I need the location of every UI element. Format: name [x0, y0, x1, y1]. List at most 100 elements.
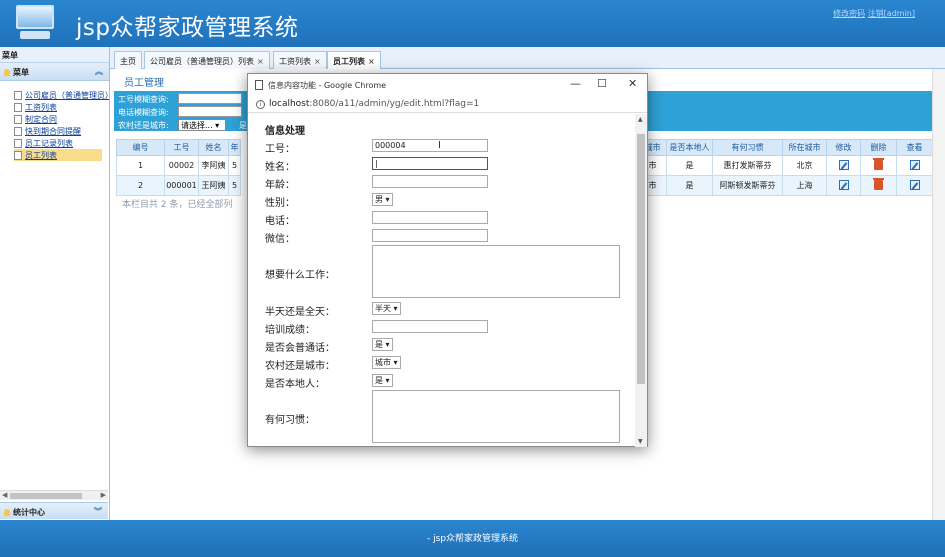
sidebar-group-label: 菜单 — [13, 68, 29, 77]
scroll-down-icon[interactable]: ▼ — [638, 438, 643, 445]
record-summary: 本栏目共 2 条，已经全部列 — [122, 200, 233, 210]
label-gender: 性别： — [265, 198, 295, 209]
label-phone: 电话： — [265, 216, 295, 227]
id-field[interactable]: 000004 — [372, 139, 488, 152]
view-icon[interactable] — [909, 179, 920, 190]
search-city-select[interactable]: 请选择... ▾ — [178, 119, 226, 131]
cell-name: 王阿姨 — [198, 175, 229, 196]
col-header: 所在城市 — [782, 139, 827, 156]
label-job: 想要什么工作： — [265, 270, 335, 281]
label-local: 是否本地人： — [265, 379, 325, 390]
document-icon — [14, 126, 22, 136]
city-rural-select[interactable]: 城市 ▾ — [372, 356, 401, 369]
label-mandarin: 是否会普通话： — [265, 343, 335, 354]
age-field[interactable] — [372, 175, 488, 188]
sidebar-item-staff-records[interactable]: 员工记录列表 — [14, 137, 109, 149]
habit-textarea[interactable] — [372, 390, 620, 443]
scrollbar-thumb[interactable] — [10, 493, 82, 499]
col-header: 有何习惯 — [712, 139, 783, 156]
job-textarea[interactable] — [372, 245, 620, 298]
wechat-field[interactable] — [372, 229, 488, 242]
sidebar-item-salary-list[interactable]: 工资列表 — [14, 101, 109, 113]
tab-staff-list[interactable]: 员工列表 × — [327, 51, 381, 69]
popup-address-bar[interactable]: i localhost:8080/a11/admin/yg/edit.html?f… — [248, 96, 647, 113]
cell-index: 1 — [116, 155, 165, 176]
search-label-phone: 电话模糊查询: — [118, 108, 169, 117]
minimize-icon[interactable]: — — [570, 77, 581, 90]
sidebar-tree: 公司雇员（普通管理员） 工资列表 制定合同 快到期合同提醒 员工记录列表 员工列… — [0, 81, 109, 161]
close-icon[interactable]: ✕ — [628, 77, 637, 90]
popup-scrollbar[interactable]: ▲ ▼ — [635, 114, 647, 447]
col-header: 姓名 — [198, 139, 229, 156]
close-icon[interactable]: × — [314, 57, 321, 66]
scroll-left-icon[interactable]: ◀ — [2, 491, 7, 499]
tab-salary-list[interactable]: 工资列表 × — [273, 51, 327, 69]
cell-age: 5 — [228, 175, 241, 196]
cell-age: 5 — [228, 155, 241, 176]
search-id-input[interactable] — [178, 93, 242, 104]
edit-form: 信息处理 工号： 000004 I 姓名： | 年龄： 性别： 男 ▾ 电话： … — [248, 114, 636, 447]
search-extra-label: 是 — [239, 121, 247, 130]
scrollbar-thumb[interactable] — [637, 134, 645, 384]
half-full-select[interactable]: 半天 ▾ — [372, 302, 401, 315]
gender-select[interactable]: 男 ▾ — [372, 193, 393, 206]
view-cell — [896, 175, 933, 196]
phone-field[interactable] — [372, 211, 488, 224]
logout-link[interactable]: 注销[admin] — [868, 9, 915, 18]
page-scrollbar[interactable] — [932, 69, 945, 520]
name-field[interactable]: | — [372, 157, 488, 170]
col-header: 编号 — [116, 139, 165, 156]
label-city-rural: 农村还是城市： — [265, 361, 335, 372]
sidebar-group-menu[interactable]: 菜单 ︽ — [0, 63, 109, 81]
cell-index: 2 — [116, 175, 165, 196]
sidebar-item-contract-expiry[interactable]: 快到期合同提醒 — [14, 125, 109, 137]
scroll-up-icon[interactable]: ▲ — [638, 116, 643, 123]
chevron-up-icon[interactable]: ︽ — [95, 66, 103, 77]
trash-icon[interactable] — [873, 177, 884, 190]
label-wechat: 微信： — [265, 234, 295, 245]
training-field[interactable] — [372, 320, 488, 333]
popup-title: 信息内容功能 - Google Chrome — [268, 81, 387, 90]
view-icon[interactable] — [909, 159, 920, 170]
sidebar-group-stats[interactable]: 统计中心 ︾ — [0, 502, 108, 519]
chevron-down-icon[interactable]: ︾ — [94, 506, 102, 517]
col-header: 年 — [228, 139, 241, 156]
trash-icon[interactable] — [873, 157, 884, 170]
scroll-right-icon[interactable]: ▶ — [101, 491, 106, 499]
col-header: 修改 — [826, 139, 861, 156]
change-password-link[interactable]: 修改密码 — [833, 9, 865, 18]
edit-popup-window: 信息内容功能 - Google Chrome — ☐ ✕ i localhost:… — [247, 73, 648, 447]
app-title: jsp众帮家政管理系统 — [76, 15, 299, 41]
page-icon — [255, 80, 263, 90]
cell-local: 是 — [666, 175, 713, 196]
close-icon[interactable]: × — [368, 57, 375, 66]
mandarin-select[interactable]: 是 ▾ — [372, 338, 393, 351]
info-icon[interactable]: i — [256, 100, 265, 109]
document-icon — [14, 114, 22, 124]
label-age: 年龄： — [265, 180, 295, 191]
tab-bar: 主页 公司雇员（普通管理员）列表 × 工资列表 × 员工列表 × — [110, 47, 945, 69]
tab-home[interactable]: 主页 — [114, 51, 142, 69]
url-path: :8080/a11/admin/yg/edit.html?flag=1 — [309, 99, 480, 109]
bulb-icon — [4, 509, 10, 516]
maximize-icon[interactable]: ☐ — [597, 77, 607, 90]
cell-habit: 阿斯顿发斯蒂芬 — [712, 175, 783, 196]
search-phone-input[interactable] — [178, 106, 242, 117]
app-header: jsp众帮家政管理系统 修改密码 注销[admin] — [0, 0, 945, 47]
edit-icon[interactable] — [838, 179, 849, 190]
sidebar: 菜单 菜单 ︽ 公司雇员（普通管理员） 工资列表 制定合同 快到期合同提醒 员工… — [0, 47, 110, 520]
sidebar-item-staff-list[interactable]: 员工列表 — [14, 149, 102, 161]
sidebar-item-employees-admin[interactable]: 公司雇员（普通管理员） — [14, 89, 109, 101]
sidebar-scrollbar[interactable]: ◀ ▶ — [0, 490, 108, 500]
local-select[interactable]: 是 ▾ — [372, 374, 393, 387]
computer-logo-icon — [16, 5, 54, 41]
tab-employees-admin[interactable]: 公司雇员（普通管理员）列表 × — [144, 51, 270, 69]
document-icon — [14, 102, 22, 112]
edit-icon[interactable] — [838, 159, 849, 170]
search-label-id: 工号模糊查询: — [118, 95, 169, 104]
text-cursor-icon: I — [438, 140, 441, 151]
label-habit: 有何习惯： — [265, 415, 315, 426]
sidebar-item-make-contract[interactable]: 制定合同 — [14, 113, 109, 125]
close-icon[interactable]: × — [257, 57, 264, 66]
cell-name: 李阿姨 — [198, 155, 229, 176]
